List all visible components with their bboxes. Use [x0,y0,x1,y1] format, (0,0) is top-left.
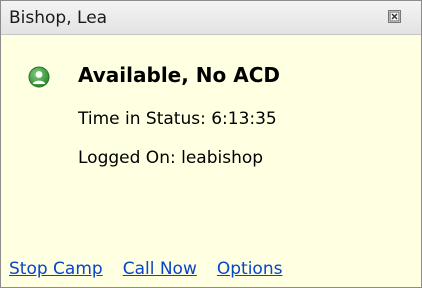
status-label: Available, No ACD [78,63,281,87]
available-user-icon [28,66,50,88]
close-icon[interactable] [388,10,401,23]
title-bar: Bishop, Lea [1,1,421,35]
agent-status-tooltip: Bishop, Lea Available, No ACD Time in St… [0,0,422,288]
window-title: Bishop, Lea [9,8,108,28]
options-link[interactable]: Options [217,259,283,279]
call-now-link[interactable]: Call Now [123,259,197,279]
time-in-status: Time in Status: 6:13:35 [78,109,277,129]
logged-on: Logged On: leabishop [78,148,264,168]
action-links: Stop Camp Call Now Options [9,259,302,279]
stop-camp-link[interactable]: Stop Camp [9,259,103,279]
